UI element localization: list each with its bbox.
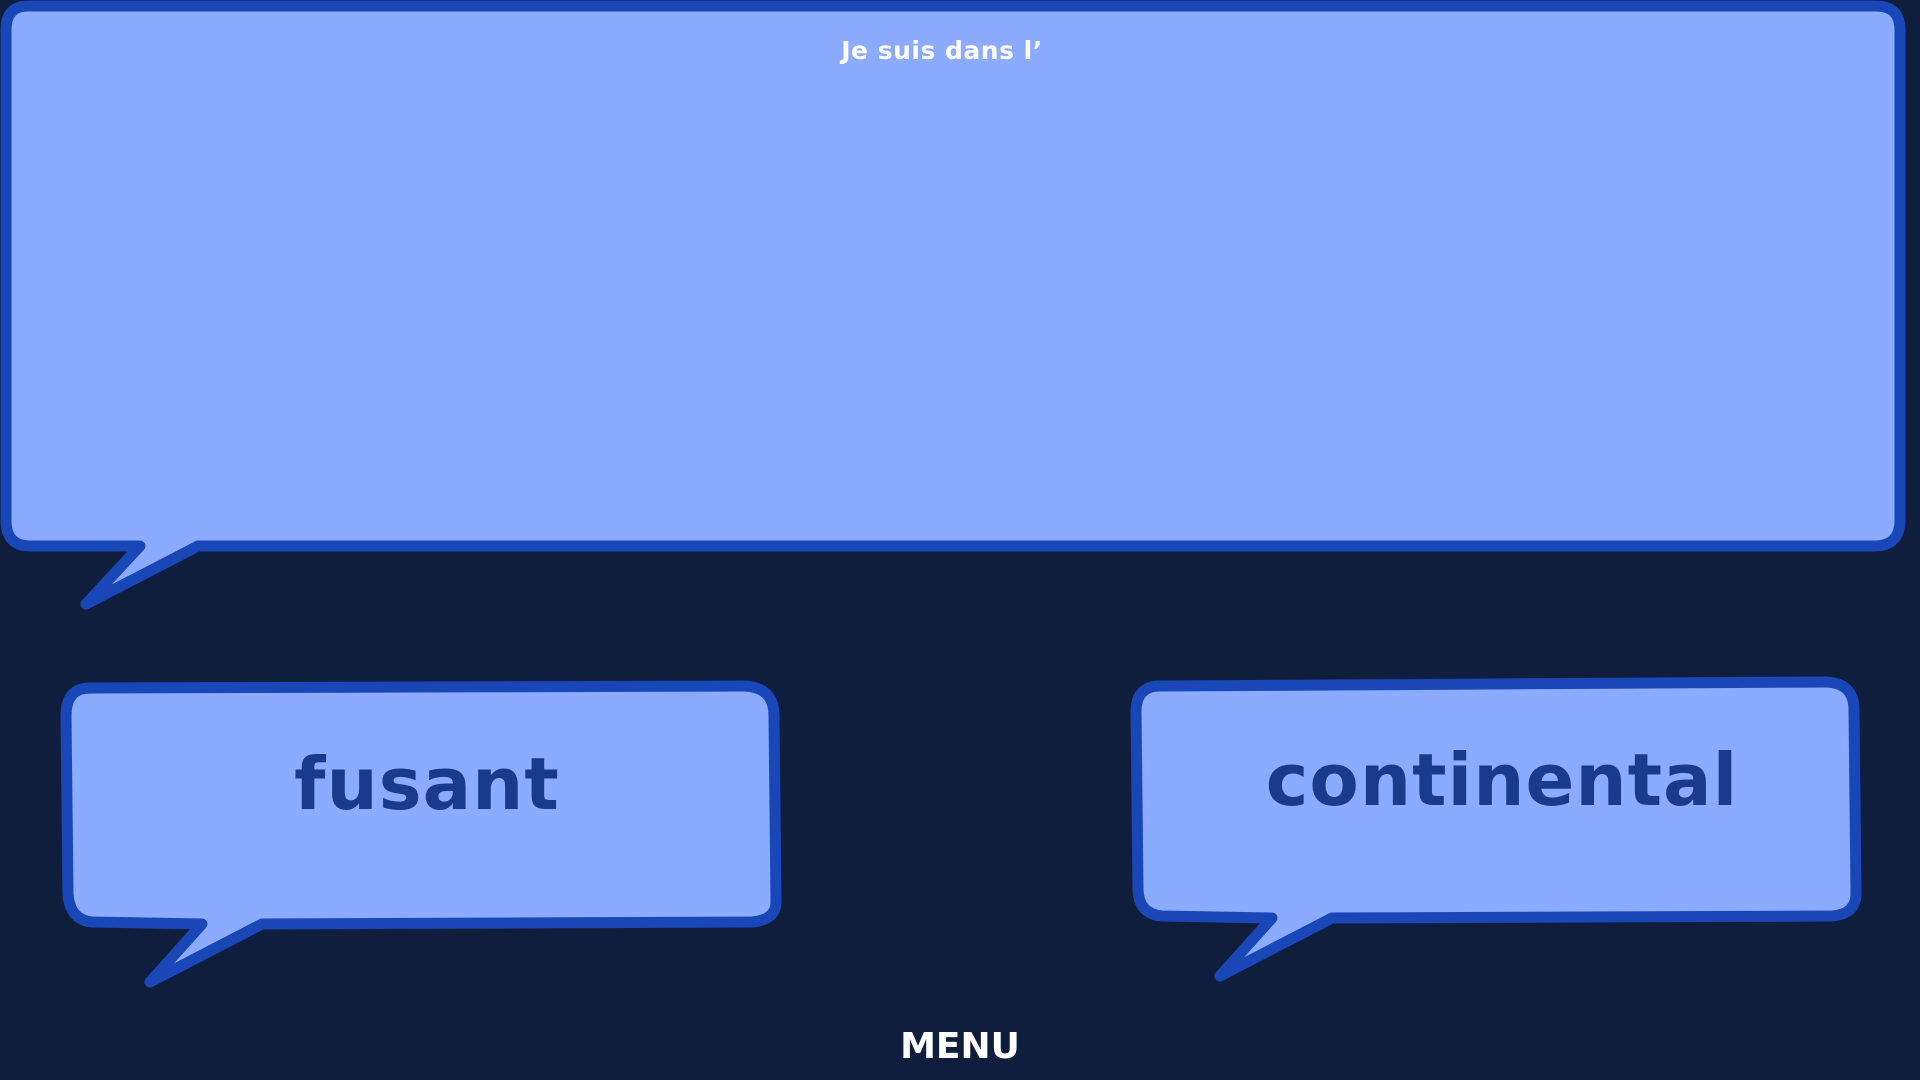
answer-label: fusant — [294, 742, 560, 826]
question-prompt: Je suis dans l’ — [841, 36, 1043, 65]
answer-bubble-shape — [60, 680, 782, 988]
question-bubble-shape — [0, 0, 1906, 610]
menu-button[interactable]: MENU — [860, 1022, 1060, 1072]
game-screen: Je suis dans l’ fusant continental MENU — [0, 0, 1920, 1080]
answer-label: continental — [1265, 738, 1739, 822]
question-bubble: Je suis dans l’ — [0, 0, 1920, 620]
answer-bubble-shape — [1130, 676, 1862, 982]
answer-button-continental[interactable]: continental — [1130, 676, 1872, 986]
answer-button-fusant[interactable]: fusant — [60, 680, 792, 990]
